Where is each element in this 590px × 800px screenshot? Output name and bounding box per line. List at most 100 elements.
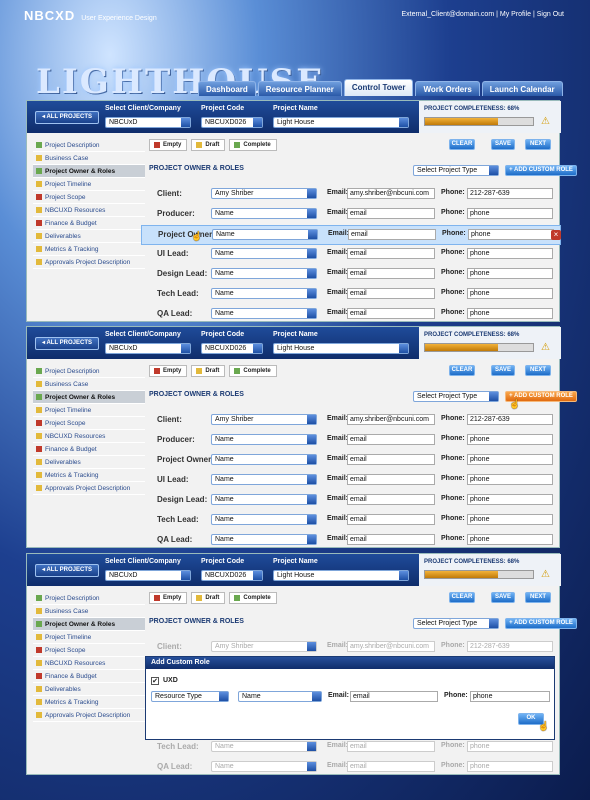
client-select[interactable]: NBCUxD: [105, 117, 191, 128]
email-field[interactable]: amy.shriber@nbcuni.com: [347, 641, 435, 652]
phone-field[interactable]: phone: [467, 514, 553, 525]
sidebar-item[interactable]: Approvals Project Description: [33, 709, 145, 722]
uxd-checkbox[interactable]: ✔: [151, 677, 159, 685]
role-name-select[interactable]: Name: [211, 288, 317, 299]
all-projects-button[interactable]: ◂ ALL PROJECTS: [35, 111, 99, 124]
email-field[interactable]: email: [348, 229, 436, 240]
client-select[interactable]: NBCUxD: [105, 570, 191, 581]
name-select[interactable]: Name: [238, 691, 322, 702]
phone-field[interactable]: 212-287-639: [467, 414, 553, 425]
sidebar-item[interactable]: NBCUXD Resources: [33, 430, 145, 443]
clear-button[interactable]: CLEAR: [449, 592, 475, 603]
tab-resource-planner[interactable]: Resource Planner: [257, 81, 342, 96]
clear-button[interactable]: CLEAR: [449, 139, 475, 150]
all-projects-button[interactable]: ◂ ALL PROJECTS: [35, 337, 99, 350]
tab-control-tower[interactable]: Control Tower: [343, 79, 414, 96]
save-button[interactable]: SAVE: [491, 592, 515, 603]
next-button[interactable]: NEXT: [525, 365, 551, 376]
sidebar-item[interactable]: Project Description: [33, 365, 145, 378]
sidebar-item[interactable]: Finance & Budget: [33, 670, 145, 683]
next-button[interactable]: NEXT: [525, 139, 551, 150]
sidebar-item[interactable]: Project Scope: [33, 417, 145, 430]
sidebar-item[interactable]: Approvals Project Description: [33, 256, 145, 269]
sign-out-link[interactable]: Sign Out: [537, 11, 564, 18]
next-button[interactable]: NEXT: [525, 592, 551, 603]
sidebar-item[interactable]: Project Timeline: [33, 404, 145, 417]
email-field[interactable]: email: [347, 208, 435, 219]
sidebar-item[interactable]: Deliverables: [33, 230, 145, 243]
project-name-select[interactable]: Light House: [273, 570, 409, 581]
project-type-select[interactable]: Select Project Type: [413, 391, 499, 402]
role-name-select[interactable]: Name: [211, 454, 317, 465]
project-code-select[interactable]: NBCUXD026: [201, 117, 263, 128]
email-field[interactable]: email: [347, 534, 435, 545]
project-type-select[interactable]: Select Project Type: [413, 618, 499, 629]
sidebar-item[interactable]: Project Timeline: [33, 178, 145, 191]
sidebar-item[interactable]: Project Scope: [33, 644, 145, 657]
sidebar-item[interactable]: NBCUXD Resources: [33, 204, 145, 217]
phone-field[interactable]: phone: [470, 691, 550, 702]
remove-row-icon[interactable]: ×: [551, 230, 561, 240]
project-name-select[interactable]: Light House: [273, 117, 409, 128]
role-name-select[interactable]: Name: [211, 474, 317, 485]
sidebar-item[interactable]: Finance & Budget: [33, 217, 145, 230]
phone-field[interactable]: phone: [467, 494, 553, 505]
phone-field[interactable]: phone: [467, 268, 553, 279]
role-name-select[interactable]: Name: [211, 268, 317, 279]
project-type-select[interactable]: Select Project Type: [413, 165, 499, 176]
tab-work-orders[interactable]: Work Orders: [415, 81, 480, 96]
sidebar-item[interactable]: Project Owner & Roles: [33, 165, 145, 178]
email-field[interactable]: email: [347, 288, 435, 299]
sidebar-item[interactable]: Metrics & Tracking: [33, 243, 145, 256]
phone-field[interactable]: phone: [467, 454, 553, 465]
phone-field[interactable]: phone: [467, 308, 553, 319]
email-field[interactable]: email: [347, 268, 435, 279]
email-field[interactable]: email: [350, 691, 438, 702]
role-name-select[interactable]: Name: [211, 534, 317, 545]
role-name-select[interactable]: Name: [211, 308, 317, 319]
phone-field[interactable]: phone: [467, 434, 553, 445]
sidebar-item[interactable]: Metrics & Tracking: [33, 696, 145, 709]
phone-field[interactable]: phone: [467, 474, 553, 485]
phone-field[interactable]: phone: [467, 248, 553, 259]
client-select[interactable]: NBCUxD: [105, 343, 191, 354]
project-code-select[interactable]: NBCUXD026: [201, 570, 263, 581]
role-name-select[interactable]: Name: [211, 208, 317, 219]
sidebar-item[interactable]: Deliverables: [33, 683, 145, 696]
add-custom-role-button[interactable]: + ADD CUSTOM ROLE: [505, 165, 577, 176]
sidebar-item[interactable]: NBCUXD Resources: [33, 657, 145, 670]
sidebar-item[interactable]: Project Timeline: [33, 631, 145, 644]
role-name-select[interactable]: Amy Shriber: [211, 414, 317, 425]
sidebar-item[interactable]: Metrics & Tracking: [33, 469, 145, 482]
project-name-select[interactable]: Light House: [273, 343, 409, 354]
role-name-select[interactable]: Name: [211, 248, 317, 259]
phone-field[interactable]: 212-287-639: [467, 641, 553, 652]
sidebar-item[interactable]: Project Owner & Roles: [33, 391, 145, 404]
email-field[interactable]: email: [347, 308, 435, 319]
role-name-select[interactable]: Name: [211, 514, 317, 525]
email-field[interactable]: email: [347, 514, 435, 525]
role-name-select[interactable]: Amy Shriber: [211, 641, 317, 652]
phone-field[interactable]: 212-287-639: [467, 188, 553, 199]
resource-type-select[interactable]: Resource Type: [151, 691, 229, 702]
email-field[interactable]: email: [347, 741, 435, 752]
role-name-select[interactable]: Name: [212, 229, 318, 240]
my-profile-link[interactable]: My Profile: [500, 11, 531, 18]
sidebar-item[interactable]: Project Owner & Roles: [33, 618, 145, 631]
role-name-select[interactable]: Name: [211, 741, 317, 752]
tab-dashboard[interactable]: Dashboard: [198, 81, 256, 96]
phone-field[interactable]: phone: [467, 741, 553, 752]
phone-field[interactable]: phone: [467, 534, 553, 545]
role-name-select[interactable]: Name: [211, 494, 317, 505]
tab-launch-calendar[interactable]: Launch Calendar: [481, 81, 563, 96]
sidebar-item[interactable]: Finance & Budget: [33, 443, 145, 456]
email-field[interactable]: email: [347, 248, 435, 259]
email-field[interactable]: email: [347, 474, 435, 485]
clear-button[interactable]: CLEAR: [449, 365, 475, 376]
sidebar-item[interactable]: Business Case: [33, 152, 145, 165]
all-projects-button[interactable]: ◂ ALL PROJECTS: [35, 564, 99, 577]
phone-field[interactable]: phone: [467, 208, 553, 219]
email-field[interactable]: email: [347, 434, 435, 445]
phone-field[interactable]: phone: [467, 288, 553, 299]
email-field[interactable]: amy.shriber@nbcuni.com: [347, 188, 435, 199]
